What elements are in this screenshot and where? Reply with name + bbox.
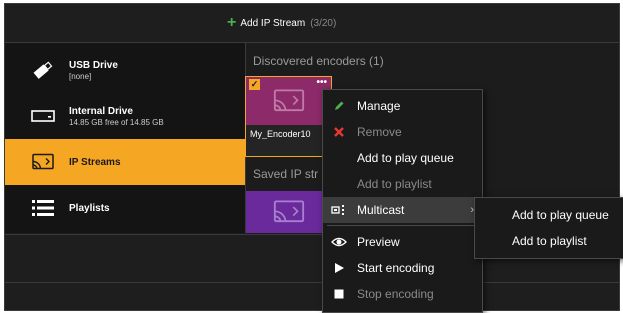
more-options-icon[interactable]: •••	[316, 77, 327, 88]
encoder-tile[interactable]: ✓ ••• My_Encoder10	[245, 76, 332, 157]
saved-ip-streams-heading: Saved IP str	[253, 167, 319, 181]
usb-drive-icon	[30, 59, 56, 81]
submenu-item-label: Add to play queue	[512, 208, 609, 222]
sidebar-item-label: USB Drive [none]	[69, 59, 118, 81]
menu-item-manage[interactable]: Manage	[323, 93, 482, 119]
selection-checkbox[interactable]: ✓	[249, 79, 260, 90]
sidebar-item-ip-streams[interactable]: IP Streams	[5, 139, 245, 185]
cast-icon	[273, 89, 304, 112]
sidebar: USB Drive [none] Internal Drive 14.85 GB f…	[5, 43, 246, 233]
divider	[5, 282, 619, 283]
menu-item-preview[interactable]: Preview	[323, 229, 482, 255]
menu-item-add-to-play-queue[interactable]: Add to play queue	[323, 145, 482, 171]
saved-stream-tile[interactable]	[246, 191, 331, 233]
cast-icon	[30, 151, 56, 173]
menu-item-add-to-playlist[interactable]: Add to playlist	[323, 171, 482, 197]
stream-count: (3/20)	[310, 17, 337, 29]
submenu-item-add-to-play-queue[interactable]: Add to play queue	[475, 203, 623, 227]
eye-icon	[331, 234, 347, 250]
multicast-submenu: Add to play queue Add to playlist	[474, 197, 623, 259]
menu-item-remove[interactable]: Remove	[323, 119, 482, 145]
sidebar-item-internal-drive[interactable]: Internal Drive 14.85 GB free of 14.85 GB	[5, 93, 245, 139]
menu-item-label: Add to play queue	[357, 151, 454, 165]
saved-stream-thumbnail	[246, 191, 331, 233]
context-menu: Manage Remove Add to play queue Add to p…	[322, 89, 483, 313]
hard-drive-icon	[30, 105, 56, 127]
multicast-icon	[331, 202, 347, 218]
plus-icon: +	[227, 14, 237, 31]
top-bar: + Add IP Stream (3/20)	[5, 4, 619, 43]
sidebar-item-label: IP Streams	[69, 156, 121, 168]
sidebar-item-usb-drive[interactable]: USB Drive [none]	[5, 47, 245, 93]
pencil-icon	[331, 98, 347, 114]
menu-item-label: Remove	[357, 125, 402, 139]
sidebar-item-label: Internal Drive 14.85 GB free of 14.85 GB	[69, 105, 164, 127]
add-ip-stream-label: Add IP Stream	[240, 17, 306, 29]
usb-drive-status: [none]	[69, 71, 92, 81]
internal-drive-free-space: 14.85 GB free of 14.85 GB	[69, 117, 164, 127]
menu-item-label: Manage	[357, 99, 401, 113]
menu-item-start-encoding[interactable]: Start encoding	[323, 255, 482, 281]
menu-item-label: Preview	[357, 235, 400, 249]
cast-icon	[273, 200, 304, 223]
menu-item-label: Add to playlist	[357, 177, 432, 191]
menu-item-label: Multicast	[357, 203, 405, 217]
play-icon	[331, 260, 347, 276]
x-icon	[331, 124, 347, 140]
submenu-item-add-to-playlist[interactable]: Add to playlist	[475, 229, 623, 253]
stop-icon	[331, 286, 347, 302]
menu-item-label: Start encoding	[357, 261, 435, 275]
encoder-name: My_Encoder10	[250, 129, 311, 139]
app-window: + Add IP Stream (3/20) USB Drive [none] I…	[4, 3, 620, 311]
menu-separator	[327, 225, 478, 226]
submenu-item-label: Add to playlist	[512, 234, 587, 248]
sidebar-item-label: Playlists	[69, 202, 110, 214]
discovered-encoders-heading: Discovered encoders (1)	[253, 54, 384, 68]
add-ip-stream-button[interactable]: + Add IP Stream (3/20)	[227, 14, 336, 32]
menu-item-multicast[interactable]: Multicast ›	[323, 197, 482, 223]
menu-item-label: Stop encoding	[357, 287, 434, 301]
sidebar-item-playlists[interactable]: Playlists	[5, 185, 245, 231]
list-icon	[30, 197, 56, 219]
menu-item-stop-encoding[interactable]: Stop encoding	[323, 281, 482, 307]
